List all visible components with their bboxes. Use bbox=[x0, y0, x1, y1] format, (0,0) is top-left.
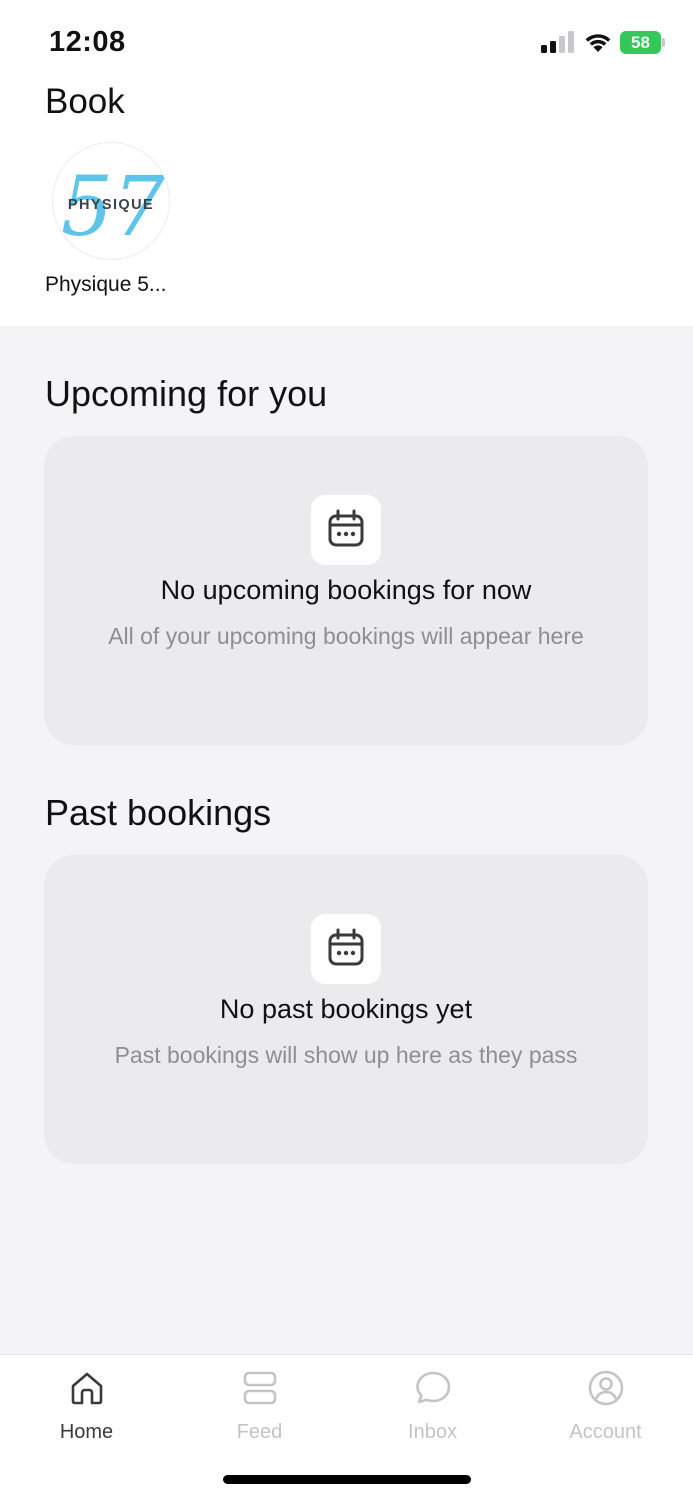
past-empty-subtitle: Past bookings will show up here as they … bbox=[114, 1042, 578, 1068]
wifi-icon bbox=[585, 34, 611, 52]
battery-icon: 58 bbox=[620, 31, 666, 54]
past-empty-title: No past bookings yet bbox=[219, 994, 473, 1024]
status-bar: 12:08 58 bbox=[0, 0, 693, 84]
studio-name: Physique 5... bbox=[45, 273, 167, 296]
calendar-icon bbox=[328, 928, 364, 966]
past-empty-card: No past bookings yet Past bookings will … bbox=[44, 855, 648, 1164]
status-time: 12:08 bbox=[49, 26, 126, 58]
home-indicator bbox=[223, 1475, 471, 1484]
studio-avatar[interactable]: 57 PHYSIQUE bbox=[52, 142, 170, 260]
upcoming-empty-card: No upcoming bookings for now All of your… bbox=[44, 436, 648, 745]
bookings-content: Upcoming for you No upcoming bookings fo… bbox=[0, 326, 693, 1354]
cellular-signal-icon bbox=[541, 31, 575, 53]
home-icon bbox=[71, 1372, 103, 1405]
page-title: Book bbox=[45, 82, 125, 121]
tab-home[interactable]: Home bbox=[0, 1355, 173, 1455]
screen: 12:08 58 Book 57 PHYSIQUE Physique 5... bbox=[0, 0, 693, 1500]
tab-inbox[interactable]: Inbox bbox=[346, 1355, 519, 1455]
tab-feed[interactable]: Feed bbox=[173, 1355, 346, 1455]
tab-home-label: Home bbox=[59, 1421, 114, 1443]
feed-icon bbox=[243, 1371, 277, 1405]
battery-level: 58 bbox=[631, 33, 650, 52]
tab-feed-label: Feed bbox=[236, 1421, 283, 1443]
upcoming-empty-subtitle: All of your upcoming bookings will appea… bbox=[108, 623, 584, 649]
past-icon-box bbox=[311, 914, 381, 984]
chat-bubble-icon bbox=[416, 1371, 451, 1404]
tab-account[interactable]: Account bbox=[519, 1355, 692, 1455]
past-section-title: Past bookings bbox=[45, 792, 272, 833]
calendar-icon bbox=[328, 509, 364, 547]
tab-inbox-label: Inbox bbox=[408, 1421, 457, 1443]
user-circle-icon bbox=[588, 1370, 624, 1406]
upcoming-section-title: Upcoming for you bbox=[45, 373, 328, 414]
upcoming-empty-title: No upcoming bookings for now bbox=[160, 575, 532, 605]
physique-57-logo: 57 PHYSIQUE bbox=[61, 160, 166, 255]
logo-wordmark: PHYSIQUE bbox=[68, 197, 154, 213]
upcoming-icon-box bbox=[311, 495, 381, 565]
tab-account-label: Account bbox=[569, 1421, 642, 1443]
